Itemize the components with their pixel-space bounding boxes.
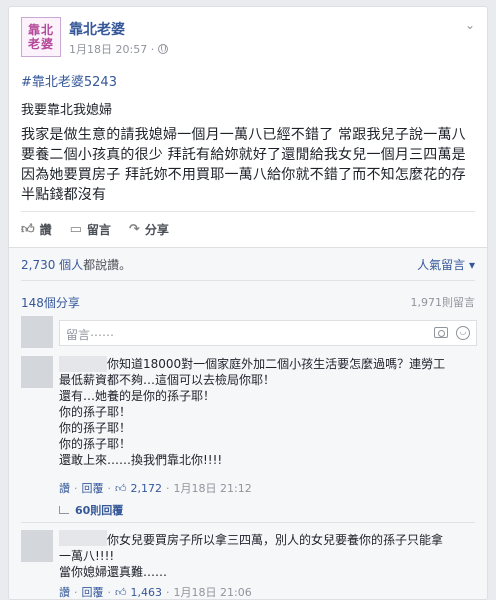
page-avatar[interactable]: 靠北 老婆 <box>21 17 61 57</box>
like-button[interactable]: 👍︎ 讚 <box>21 219 52 239</box>
feedback-section: 2,730 個人都說讚。 人氣留言 ▾ 148個分享 1,971則留言 留言⋯⋯… <box>9 247 487 600</box>
avatar <box>21 316 53 348</box>
replies-count: 60則回覆 <box>75 504 124 517</box>
reply-arrow-icon <box>59 506 69 514</box>
comment-line: 你女兒要買房子所以拿三四萬，別人的女兒要養你的孫子只能拿 <box>107 533 444 547</box>
emoji-icon[interactable]: ◡ <box>456 326 470 340</box>
post-card: 靠北 老婆 靠北老婆 1月18日 20:57 · ⌄ #靠北老婆5243 我要靠… <box>8 6 488 600</box>
comment-like-button[interactable]: 讚 <box>59 480 70 496</box>
comment-count: 1,971則留言 <box>410 296 476 309</box>
comment-line: 你的孫子耶！ <box>59 421 132 435</box>
comment-text: 你知道18000對一個家庭外加二個小孩生活要怎麼過嗎？連勞工 最低薪資都不夠…這… <box>59 356 477 468</box>
comment-input-placeholder: 留言⋯⋯ <box>66 328 115 342</box>
avatar[interactable] <box>21 356 53 388</box>
share-button[interactable]: ↷ 分享 <box>129 219 169 239</box>
post-body-text: 我家是做生意的請我媳婦一個月一萬八已經不錯了 常跟我兒子說一萬八要養二個小孩真的… <box>21 127 466 203</box>
comment-reply-button[interactable]: 回覆 <box>82 584 104 599</box>
shares-link[interactable]: 148個分享 <box>21 294 80 311</box>
comment-likes-count[interactable]: 1,463 <box>131 586 163 599</box>
avatar-logo-text-2: 老婆 <box>27 37 54 51</box>
comment-input[interactable]: 留言⋯⋯ ◡ <box>59 320 477 346</box>
divider <box>21 280 475 281</box>
view-replies-link[interactable]: 60則回覆 <box>59 502 123 518</box>
likes-count-link[interactable]: 2,730 個人 <box>21 258 83 272</box>
divider <box>21 211 475 212</box>
page-name-link[interactable]: 靠北老婆 <box>69 19 125 39</box>
comment-line: 一萬八!!!! <box>59 549 115 563</box>
share-label: 分享 <box>144 222 169 237</box>
avatar-logo-text-1: 靠北 <box>27 23 54 37</box>
comment-line: 你的孫子耶！ <box>59 437 132 451</box>
comment-icon: ▭ <box>69 221 82 237</box>
comment-button[interactable]: ▭ 留言 <box>70 219 111 239</box>
hashtag-link[interactable]: #靠北老婆5243 <box>21 71 117 90</box>
comment-meta: 讚 · 回覆 · 👍︎ 1,463 · 1月18日 21:06 <box>59 584 252 600</box>
thumbs-up-icon: 👍︎ <box>115 585 127 599</box>
comment-line: 還敢上來……換我們靠北你!!!! <box>59 453 223 467</box>
post-actions-bar: 👍︎ 讚 ▭ 留言 ↷ 分享 <box>21 219 169 239</box>
comment-line: 你的孫子耶！ <box>59 405 132 419</box>
divider <box>21 522 475 523</box>
thumbs-up-icon: 👍︎ <box>115 481 127 495</box>
comment-time[interactable]: 1月18日 21:12 <box>174 480 252 496</box>
comment-like-button[interactable]: 讚 <box>59 584 70 599</box>
chevron-down-icon[interactable]: ⌄ <box>463 19 477 33</box>
post-headline: 我要靠北我媳婦 <box>21 103 113 118</box>
comment-line: 當你媳婦還真難…… <box>59 565 168 579</box>
comment-meta: 讚 · 回覆 · 👍︎ 2,172 · 1月18日 21:12 <box>59 480 252 496</box>
comment-line: 最低薪資都不夠…這個可以去檢局你耶！ <box>59 373 276 387</box>
likes-suffix: 都說讚。 <box>83 258 132 272</box>
share-icon: ↷ <box>128 221 140 237</box>
comment-line: 還有…她養的是你的孫子耶！ <box>59 389 216 403</box>
chevron-down-icon: ▾ <box>468 258 475 272</box>
comment-time[interactable]: 1月18日 21:06 <box>174 584 252 599</box>
comment-reply-button[interactable]: 回覆 <box>82 480 104 496</box>
sort-label: 人氣留言 <box>417 258 466 272</box>
comment-text: 你女兒要買房子所以拿三四萬，別人的女兒要養你的孫子只能拿 一萬八!!!! 當你媳… <box>59 532 477 580</box>
post-timestamp[interactable]: 1月18日 20:57 · <box>69 41 169 57</box>
likes-summary: 2,730 個人都說讚。 <box>21 256 131 273</box>
globe-icon <box>158 44 169 54</box>
comment-label: 留言 <box>86 222 111 237</box>
thumbs-up-icon: 👍︎ <box>21 221 35 237</box>
post-time-text: 1月18日 20:57 · <box>69 43 155 56</box>
like-label: 讚 <box>39 222 52 237</box>
comment-sort-dropdown[interactable]: 人氣留言 ▾ <box>417 256 475 273</box>
comment-line: 你知道18000對一個家庭外加二個小孩生活要怎麼過嗎？連勞工 <box>107 357 446 371</box>
camera-icon[interactable] <box>434 327 448 338</box>
comment-likes-count[interactable]: 2,172 <box>131 482 163 495</box>
avatar[interactable] <box>21 530 53 562</box>
